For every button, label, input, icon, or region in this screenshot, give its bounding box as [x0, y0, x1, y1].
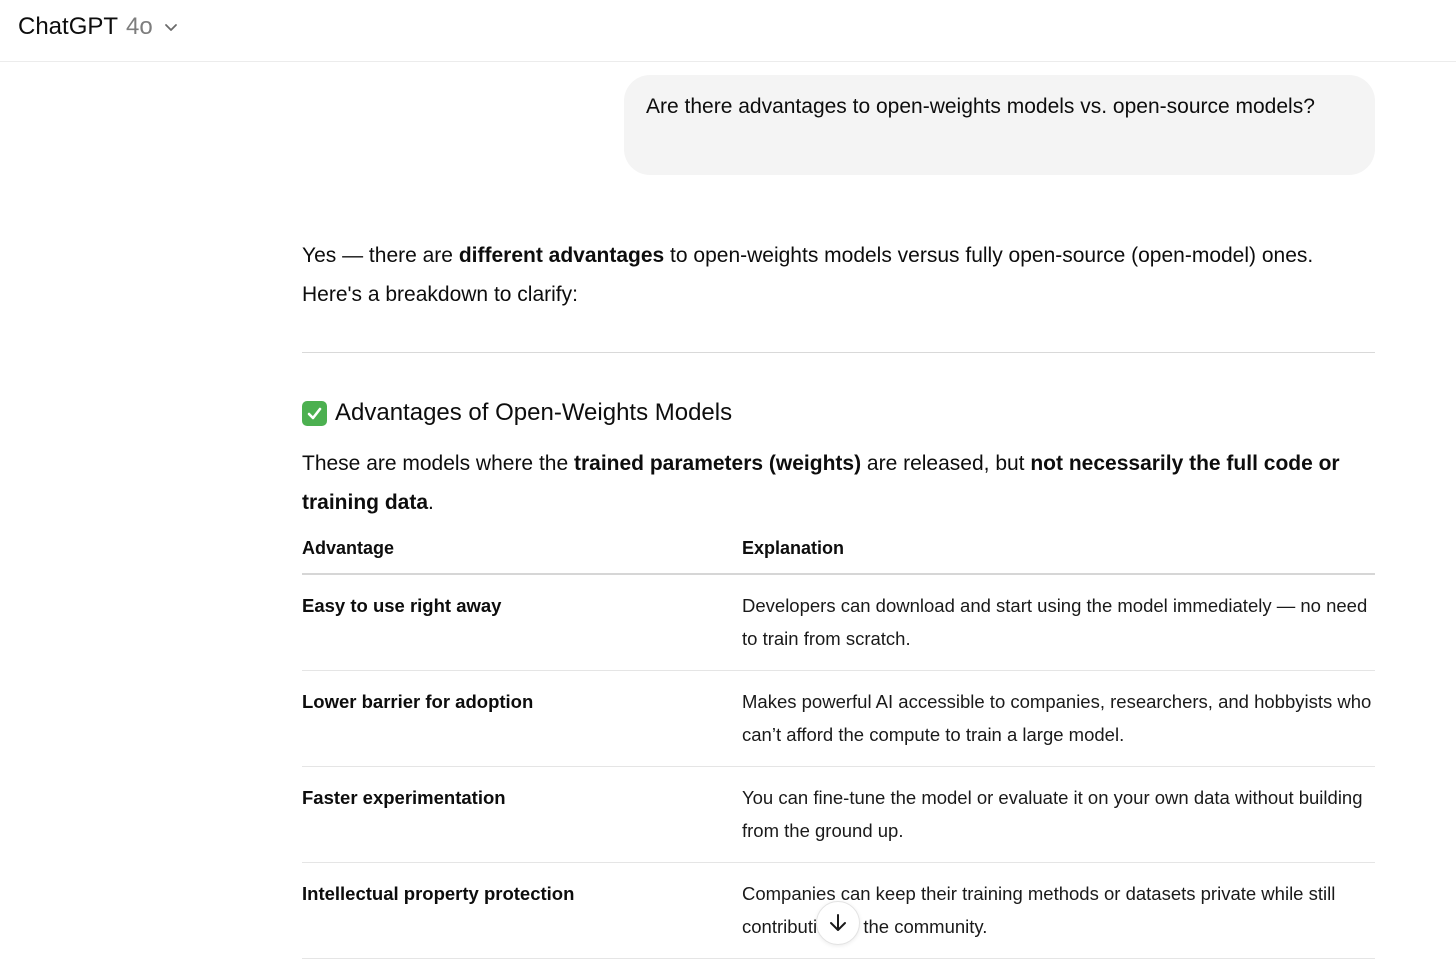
assistant-message: Yes — there are different advantages to …	[302, 236, 1375, 959]
table-row: Easy to use right away Developers can do…	[302, 575, 1375, 671]
advantage-cell: Intellectual property protection	[302, 883, 575, 904]
assistant-intro: Yes — there are different advantages to …	[302, 236, 1375, 314]
intro-text-start: Yes — there are	[302, 244, 459, 267]
column-header-explanation: Explanation	[742, 538, 845, 558]
model-name: ChatGPT	[18, 13, 119, 40]
desc-text-2: are released, but	[861, 452, 1031, 475]
column-header-advantage: Advantage	[302, 538, 395, 558]
advantage-cell: Lower barrier for adoption	[302, 691, 534, 712]
section-title: Advantages of Open-Weights Models	[335, 399, 733, 426]
table-row: Faster experimentation You can fine-tune…	[302, 767, 1375, 863]
explanation-cell: Makes powerful AI accessible to companie…	[742, 691, 1372, 745]
desc-bold-1: trained parameters (weights)	[573, 452, 862, 475]
section-heading: Advantages of Open-Weights Models	[302, 395, 732, 431]
advantages-table: Advantage Explanation Easy to use right …	[302, 528, 1375, 959]
desc-text-3: .	[428, 491, 434, 514]
advantage-cell: Easy to use right away	[302, 595, 502, 616]
arrow-down-icon	[830, 914, 846, 931]
table-header: Advantage Explanation	[302, 528, 1375, 575]
explanation-cell: You can fine-tune the model or evaluate …	[742, 787, 1363, 841]
chevron-down-icon	[164, 24, 177, 31]
section-description: These are models where the trained param…	[302, 444, 1375, 522]
advantage-cell: Faster experimentation	[302, 787, 506, 808]
desc-text-1: These are models where the	[302, 452, 574, 475]
table-row: Lower barrier for adoption Makes powerfu…	[302, 671, 1375, 767]
top-bar: ChatGPT 4o	[0, 0, 1456, 62]
check-mark-button-icon	[302, 400, 327, 426]
section-divider	[302, 352, 1375, 353]
user-message-bubble: Are there advantages to open-weights mod…	[624, 75, 1375, 175]
intro-text-bold: different advantages	[458, 244, 665, 267]
model-version: 4o	[126, 13, 153, 40]
model-switcher[interactable]: ChatGPT 4o	[18, 10, 179, 44]
scroll-to-bottom-button[interactable]	[816, 901, 860, 945]
explanation-cell: Developers can download and start using …	[742, 595, 1368, 649]
